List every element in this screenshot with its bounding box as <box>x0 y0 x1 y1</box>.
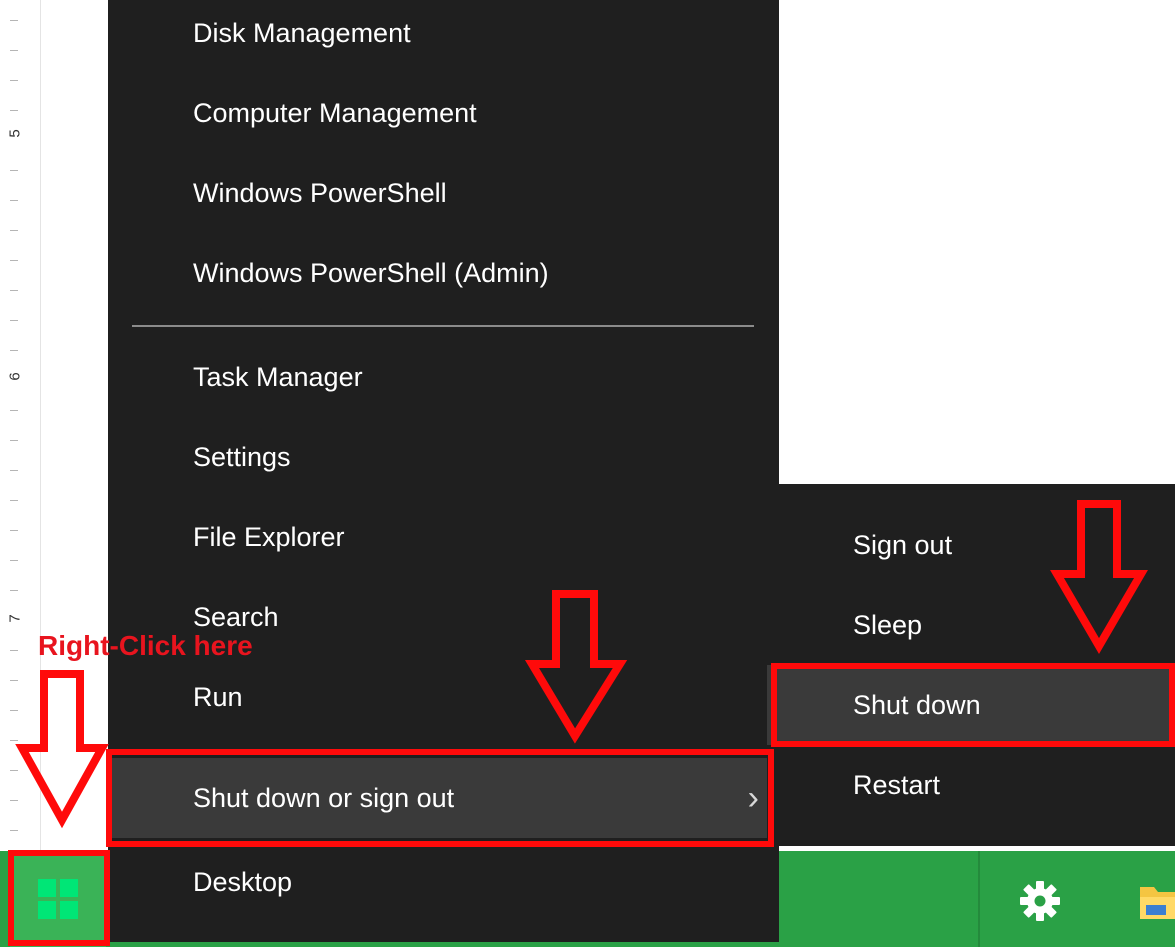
submenu-item-label: Restart <box>853 770 941 800</box>
menu-item-desktop[interactable]: Desktop <box>108 842 779 922</box>
file-explorer-taskbar-button[interactable] <box>1130 871 1175 931</box>
menu-item-computer-management[interactable]: Computer Management <box>108 73 779 153</box>
gear-icon <box>1020 881 1060 921</box>
menu-item-windows-powershell-admin[interactable]: Windows PowerShell (Admin) <box>108 233 779 313</box>
ruler-tick <box>10 590 18 591</box>
menu-item-windows-powershell[interactable]: Windows PowerShell <box>108 153 779 233</box>
ruler-tick <box>10 290 18 291</box>
menu-item-task-manager[interactable]: Task Manager <box>108 337 779 417</box>
ruler-tick <box>10 80 18 81</box>
ruler-tick <box>10 650 18 651</box>
menu-item-label: Task Manager <box>193 362 363 392</box>
submenu-item-label: Sign out <box>853 530 953 560</box>
ruler-tick <box>10 440 18 441</box>
start-button-highlight <box>8 850 110 946</box>
shut-down-highlight <box>771 663 1175 747</box>
ruler-tick <box>10 200 18 201</box>
ruler-tick <box>10 500 18 501</box>
menu-item-label: Disk Management <box>193 18 411 48</box>
ruler-tick <box>10 110 18 111</box>
ruler-tick <box>10 230 18 231</box>
ruler-tick <box>10 470 18 471</box>
folder-icon <box>1140 887 1175 919</box>
ruler-tick <box>10 530 18 531</box>
taskbar-divider <box>978 851 980 947</box>
ruler-label: 7 <box>6 614 24 623</box>
menu-item-run[interactable]: Run <box>108 657 779 737</box>
submenu-item-label: Sleep <box>853 610 923 640</box>
menu-item-file-explorer[interactable]: File Explorer <box>108 497 779 577</box>
ruler-tick <box>10 410 18 411</box>
menu-item-label: Windows PowerShell (Admin) <box>193 258 549 288</box>
menu-item-settings[interactable]: Settings <box>108 417 779 497</box>
arrow-down-icon <box>15 670 109 829</box>
ruler-tick <box>10 320 18 321</box>
ruler-tick <box>10 20 18 21</box>
ruler-tick <box>10 350 18 351</box>
menu-separator <box>132 325 754 327</box>
ruler-label: 6 <box>6 372 24 381</box>
ruler-tick <box>10 170 18 171</box>
menu-item-disk-management[interactable]: Disk Management <box>108 0 779 73</box>
ruler-tick <box>10 260 18 261</box>
ruler-tick <box>10 50 18 51</box>
settings-taskbar-button[interactable] <box>1010 871 1070 931</box>
menu-item-label: Desktop <box>193 867 293 897</box>
menu-item-label: Windows PowerShell <box>193 178 447 208</box>
arrow-down-icon <box>524 590 628 744</box>
ruler-tick <box>10 560 18 561</box>
ruler-tick <box>10 830 18 831</box>
menu-item-label: Computer Management <box>193 98 477 128</box>
arrow-down-icon <box>1050 500 1148 654</box>
ruler-label: 5 <box>6 129 24 138</box>
annotation-label: Right-Click here <box>38 630 253 661</box>
menu-item-label: Settings <box>193 442 291 472</box>
menu-item-label: File Explorer <box>193 522 345 552</box>
menu-item-label: Run <box>193 682 243 712</box>
shut-down-or-sign-out-highlight <box>106 749 774 847</box>
submenu-item-restart[interactable]: Restart <box>767 745 1175 825</box>
